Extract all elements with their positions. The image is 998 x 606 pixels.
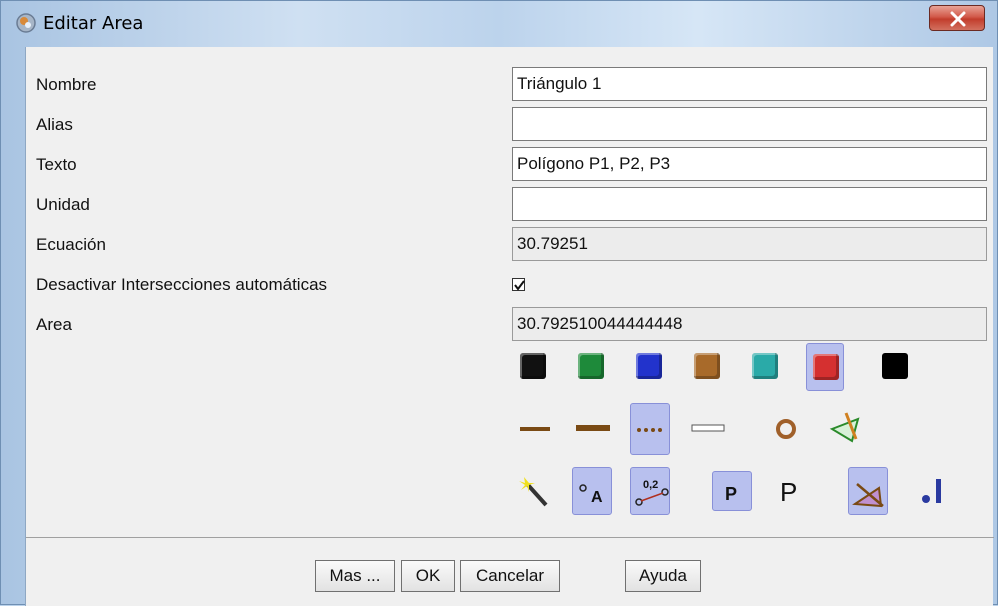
line-thin-icon — [520, 427, 550, 431]
dialog-content: Nombre Triángulo 1 Alias Texto Polígono … — [25, 47, 994, 606]
color-swatch[interactable] — [746, 347, 784, 385]
alias-field[interactable] — [512, 107, 987, 141]
angle-triangle-icon — [829, 412, 860, 443]
point-label-icon: A — [579, 484, 603, 506]
ayuda-button[interactable]: Ayuda — [625, 560, 701, 592]
close-button[interactable] — [929, 5, 985, 31]
line-thick-icon — [576, 425, 610, 431]
color-swatch-chip — [578, 353, 604, 379]
color-swatch-chip — [636, 353, 662, 379]
filled-triangle-icon — [852, 483, 884, 508]
svg-text:A: A — [591, 489, 603, 506]
button-separator — [26, 537, 994, 538]
line-style-white[interactable] — [688, 409, 728, 449]
point-style-ring[interactable] — [766, 409, 806, 449]
unidad-field[interactable] — [512, 187, 987, 221]
angle-tool[interactable] — [826, 409, 866, 449]
app-icon — [15, 12, 37, 34]
color-swatch[interactable] — [514, 347, 552, 385]
label-unidad: Unidad — [36, 195, 90, 214]
magic-wand-button[interactable] — [514, 471, 554, 511]
line-style-thick-brown[interactable] — [572, 409, 612, 449]
color-swatch-chip — [694, 353, 720, 379]
coordinate-label-icon: 0,2 — [635, 479, 669, 506]
ok-button[interactable]: OK — [401, 560, 455, 592]
label-area: Area — [36, 315, 72, 334]
point-line-button[interactable] — [914, 471, 954, 511]
cancelar-button[interactable]: Cancelar — [460, 560, 560, 592]
checkmark-icon — [514, 280, 525, 291]
plain-p-icon: P — [780, 477, 797, 507]
area-field: 30.792510044444448 — [512, 307, 987, 341]
texto-field[interactable]: Polígono P1, P2, P3 — [512, 147, 987, 181]
plain-p-button[interactable]: P — [770, 471, 810, 511]
label-desactivar-intersecciones: Desactivar Intersecciones automáticas — [36, 275, 328, 294]
coordinate-label-button[interactable]: 0,2 — [630, 467, 670, 515]
color-swatch[interactable] — [572, 347, 610, 385]
color-swatch-chip — [882, 353, 908, 379]
ecuacion-field: 30.79251 — [512, 227, 987, 261]
point-label-button[interactable]: A — [572, 467, 612, 515]
filled-triangle-button[interactable] — [848, 467, 888, 515]
label-alias: Alias — [36, 115, 73, 134]
color-swatch[interactable] — [876, 347, 914, 385]
window-title: Editar Area — [43, 13, 144, 34]
label-texto: Texto — [36, 155, 77, 174]
svg-text:P: P — [780, 477, 797, 507]
label-ecuacion: Ecuación — [36, 235, 106, 254]
color-swatch[interactable] — [688, 347, 726, 385]
mas-button[interactable]: Mas ... — [315, 560, 395, 592]
svg-text:0,2: 0,2 — [643, 479, 658, 491]
color-swatch[interactable] — [630, 347, 668, 385]
line-white-icon — [691, 424, 725, 432]
color-swatch-chip — [752, 353, 778, 379]
bold-p-button[interactable]: P — [712, 471, 752, 511]
title-bar: Editar Area — [1, 1, 998, 48]
line-style-thin-brown[interactable] — [514, 409, 554, 449]
color-swatch-chip — [520, 353, 546, 379]
line-dotted-icon — [637, 428, 662, 432]
dialog-window: Editar Area Nombre Triángulo 1 Alias Tex… — [0, 0, 998, 606]
color-swatch[interactable] — [806, 343, 844, 391]
ring-icon — [776, 419, 796, 439]
point-line-icon — [922, 479, 941, 503]
line-style-dotted[interactable] — [630, 403, 670, 455]
desactivar-intersecciones-checkbox[interactable] — [512, 278, 525, 291]
nombre-field[interactable]: Triángulo 1 — [512, 67, 987, 101]
svg-text:P: P — [725, 484, 737, 504]
magic-wand-icon — [519, 477, 548, 507]
close-icon — [950, 11, 966, 27]
color-swatch-chip — [813, 354, 839, 380]
bold-p-icon: P — [725, 484, 737, 504]
label-nombre: Nombre — [36, 75, 97, 94]
